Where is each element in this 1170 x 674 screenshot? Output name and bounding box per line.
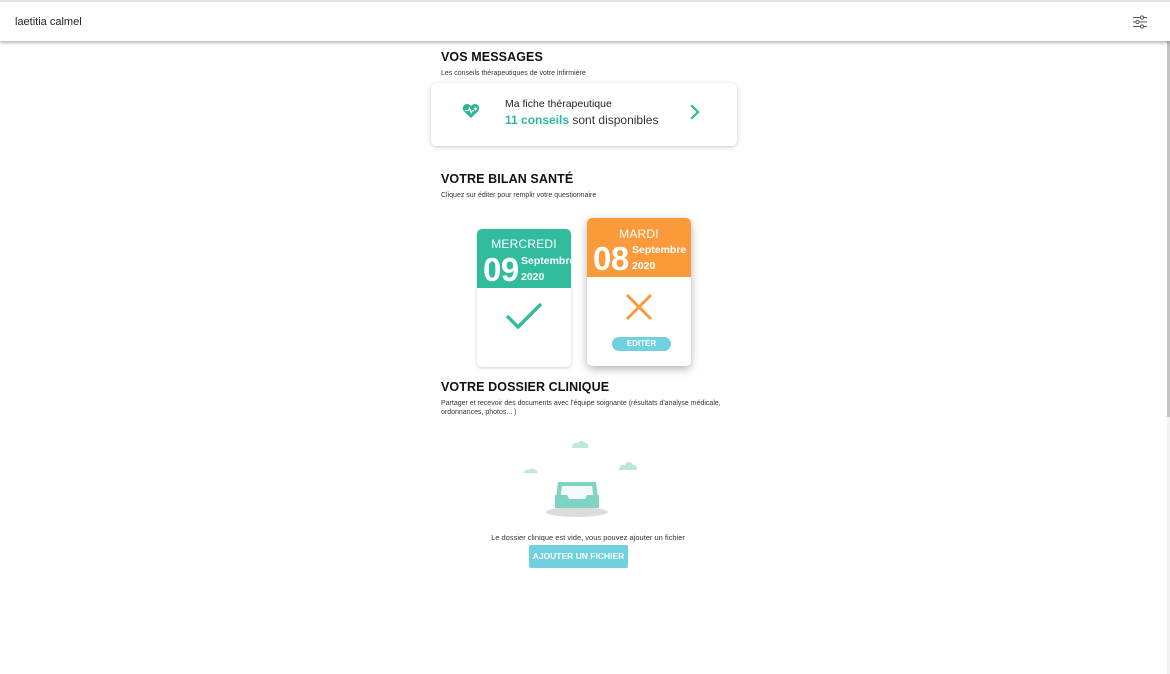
- cross-icon: [625, 293, 653, 326]
- advice-count-line: 11 conseils sont disponibles: [505, 113, 658, 127]
- advice-count-suffix: sont disponibles: [569, 113, 659, 127]
- day-of-week: MERCREDI: [491, 237, 557, 251]
- messages-title: VOS MESSAGES: [441, 50, 543, 64]
- year: 2020: [521, 271, 545, 283]
- chevron-right-icon[interactable]: [688, 104, 702, 120]
- day-number: 09: [483, 251, 519, 288]
- advice-count: 11 conseils: [505, 113, 570, 127]
- messages-subtitle: Les conseils thérapeutiques de votre inf…: [441, 70, 586, 77]
- therapeutic-sheet-title: Ma fiche thérapeutique: [505, 98, 612, 110]
- day-of-week: MARDI: [619, 227, 659, 241]
- month: Septembre: [521, 255, 571, 267]
- empty-inbox-illustration: [519, 437, 649, 517]
- year: 2020: [632, 260, 656, 272]
- edit-button[interactable]: EDITER: [612, 337, 671, 351]
- day-card-missing: MARDI 08 Septembre 2020 EDITER: [587, 218, 691, 366]
- month: Septembre: [632, 244, 687, 256]
- clinical-file-title: VOTRE DOSSIER CLINIQUE: [441, 380, 610, 394]
- day-number: 08: [593, 240, 629, 277]
- day-card-done: MERCREDI 09 Septembre 2020: [477, 229, 571, 367]
- top-bar: laetitia calmel: [0, 0, 1170, 41]
- empty-file-message: Le dossier clinique est vide, vous pouve…: [491, 533, 685, 542]
- user-name: laetitia calmel: [15, 15, 82, 28]
- check-icon: [505, 301, 543, 336]
- day-card-header: MARDI 08 Septembre 2020: [587, 218, 691, 277]
- clinical-file-subtitle: Partager et recevoir des documents avec …: [441, 400, 721, 416]
- health-check-title: VOTRE BILAN SANTÉ: [441, 172, 574, 186]
- heart-plus-icon: [462, 102, 480, 119]
- health-check-subtitle: Cliquez sur éditer pour remplir votre qu…: [441, 192, 597, 199]
- add-file-button[interactable]: AJOUTER UN FICHIER: [529, 545, 628, 568]
- therapeutic-sheet-card[interactable]: Ma fiche thérapeutique 11 conseils sont …: [431, 83, 737, 146]
- sliders-icon[interactable]: [1130, 12, 1150, 32]
- day-card-header: MERCREDI 09 Septembre 2020: [477, 229, 571, 288]
